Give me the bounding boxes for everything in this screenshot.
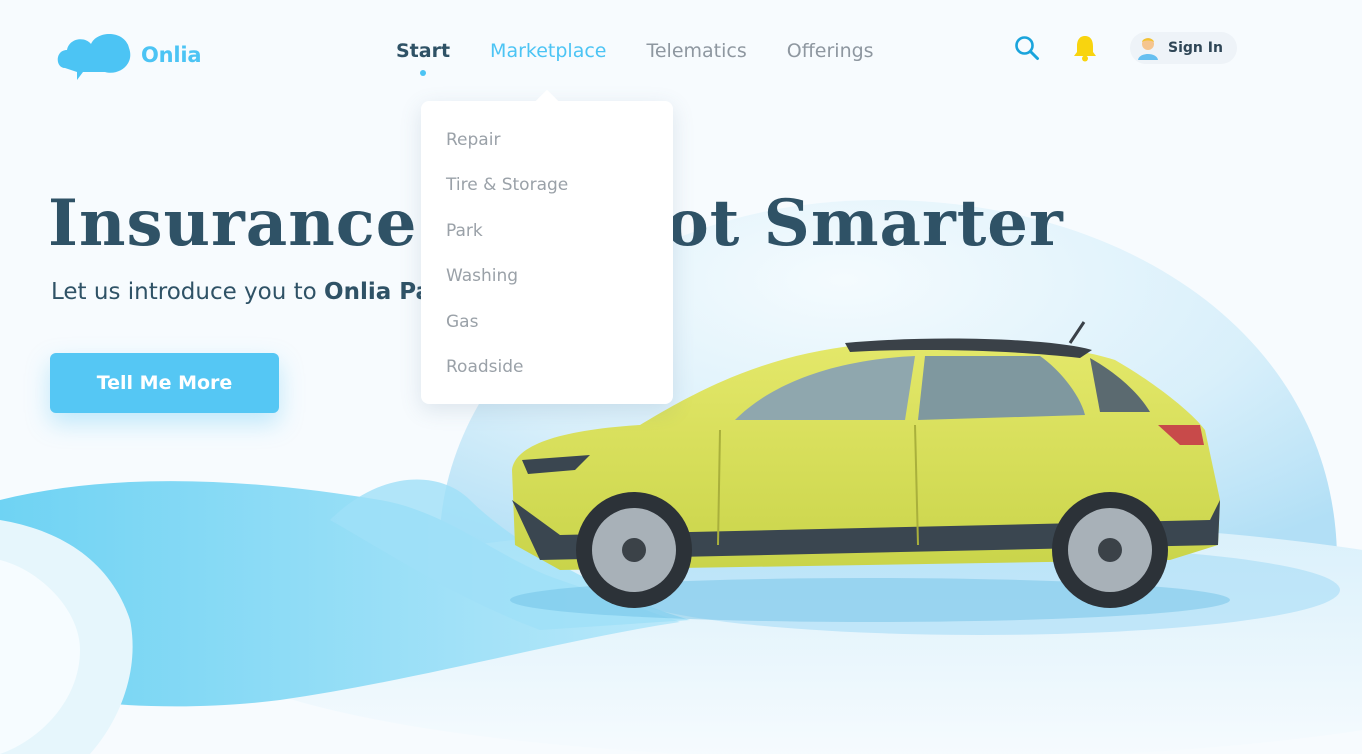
search-icon xyxy=(1015,36,1039,60)
nav-telematics-label: Telematics xyxy=(646,40,747,62)
nav-marketplace[interactable]: Marketplace xyxy=(490,38,606,64)
logo[interactable]: Onlia xyxy=(55,28,202,82)
sign-in-label: Sign In xyxy=(1168,40,1223,56)
nav-start[interactable]: Start xyxy=(396,38,451,76)
dropdown-item-park[interactable]: Park xyxy=(421,216,673,261)
main-nav: Start Marketplace Telematics Offerings xyxy=(396,38,914,76)
dropdown-item-repair[interactable]: Repair xyxy=(421,125,673,170)
notifications-button[interactable] xyxy=(1070,33,1100,63)
dropdown-item-washing[interactable]: Washing xyxy=(421,261,673,306)
header-actions: Sign In xyxy=(1012,32,1237,64)
nav-offerings-label: Offerings xyxy=(786,40,874,62)
dropdown-item-tire-storage[interactable]: Tire & Storage xyxy=(421,170,673,215)
bell-icon xyxy=(1074,36,1096,62)
dropdown-item-gas[interactable]: Gas xyxy=(421,307,673,352)
avatar-icon xyxy=(1138,38,1158,60)
nav-marketplace-label: Marketplace xyxy=(490,40,607,62)
logo-text: Onlia xyxy=(141,43,202,67)
active-indicator xyxy=(420,70,427,76)
tell-me-more-button[interactable]: Tell Me More xyxy=(50,353,279,413)
nav-start-label: Start xyxy=(396,40,451,62)
page: Onlia Start Marketplace Telematics Offer… xyxy=(0,0,1362,754)
cloud-logo-icon xyxy=(57,33,131,80)
dropdown-item-roadside[interactable]: Roadside xyxy=(421,352,673,397)
nav-offerings[interactable]: Offerings xyxy=(787,38,874,64)
search-button[interactable] xyxy=(1012,33,1042,63)
hero-subtitle-prefix: Let us introduce you to xyxy=(51,279,325,305)
marketplace-dropdown: Repair Tire & Storage Park Washing Gas R… xyxy=(421,101,673,404)
nav-telematics[interactable]: Telematics xyxy=(646,38,746,64)
sign-in-button[interactable]: Sign In xyxy=(1130,32,1237,64)
